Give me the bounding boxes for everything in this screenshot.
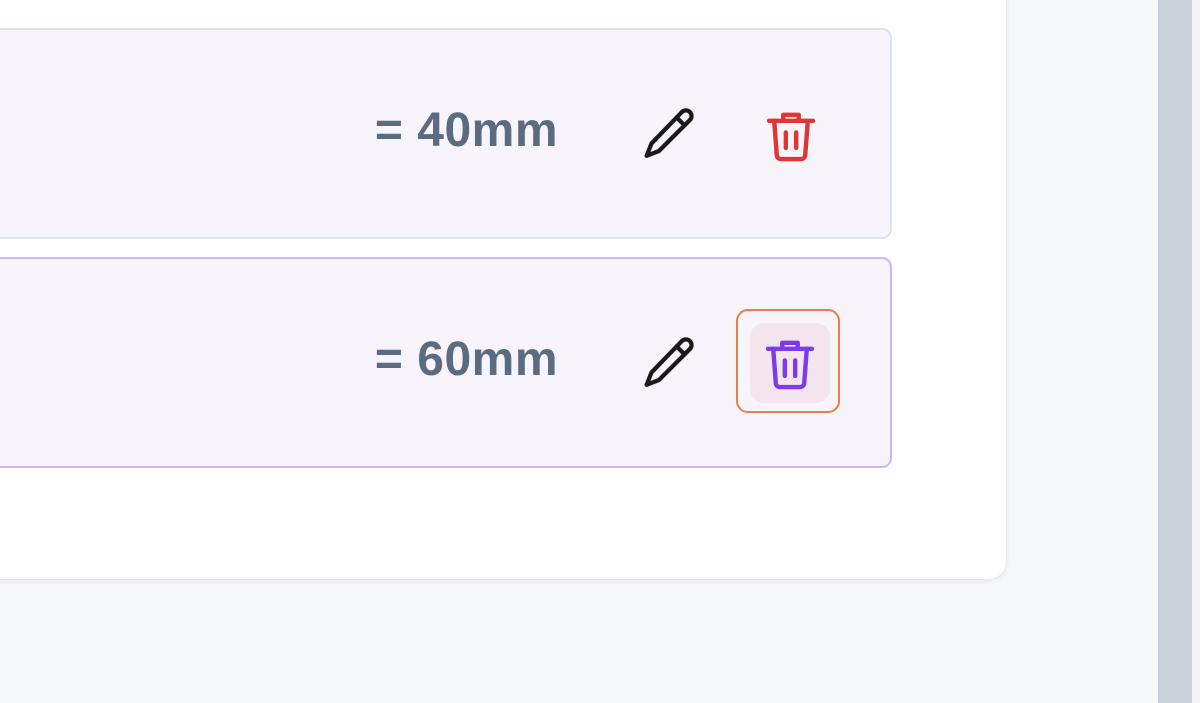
measurement-value: = 40mm — [374, 104, 558, 157]
delete-button-focused[interactable] — [736, 309, 844, 417]
scrollbar-thumb[interactable] — [1158, 0, 1192, 703]
edit-button[interactable] — [631, 327, 705, 401]
delete-button[interactable] — [753, 97, 829, 173]
pencil-icon — [644, 108, 694, 158]
measurements-card: = 40mm = 60mm — [0, 0, 1007, 580]
pencil-icon — [644, 337, 694, 387]
edit-button[interactable] — [631, 98, 705, 172]
list-item: = 40mm — [0, 28, 892, 239]
list-item-selected: = 60mm — [0, 257, 892, 468]
trash-icon — [765, 340, 815, 390]
measurement-value: = 60mm — [374, 333, 558, 386]
trash-icon — [766, 112, 816, 162]
